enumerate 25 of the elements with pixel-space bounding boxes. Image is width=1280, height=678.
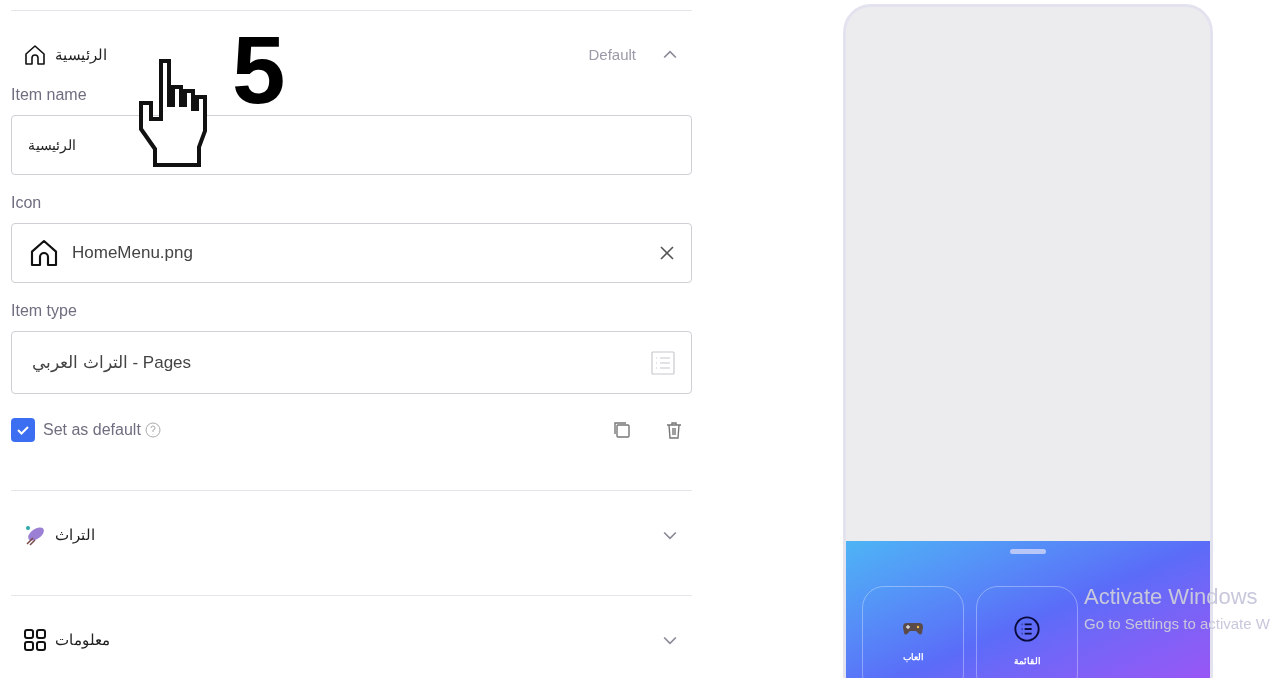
checkbox-label: Set as default [43, 420, 141, 440]
icon-field[interactable]: HomeMenu.png [11, 223, 692, 283]
step-number: 5 [232, 22, 286, 118]
help-icon[interactable] [144, 422, 161, 438]
home-icon [23, 43, 47, 67]
default-label: Default [588, 44, 636, 65]
copy-icon[interactable] [612, 420, 632, 440]
input-field[interactable]: الرئيسية [11, 115, 692, 175]
list-icon [1013, 615, 1041, 643]
item-type-value: التراث العربي - Pages [32, 351, 192, 374]
file-name: HomeMenu.png [72, 242, 194, 265]
menu-item-label: التراث [55, 524, 95, 546]
menu-item-label: الرئيسية [55, 44, 107, 66]
drag-handle [1010, 549, 1046, 554]
feather-icon [23, 523, 47, 547]
checkbox[interactable] [11, 418, 35, 442]
close-icon[interactable] [659, 245, 675, 261]
trash-icon[interactable] [664, 420, 684, 440]
field-label: Icon [11, 193, 43, 213]
home-icon [28, 237, 60, 269]
select-field[interactable]: التراث العربي - Pages [11, 331, 692, 394]
grid-icon [23, 628, 47, 652]
menu-item-label: معلومات [55, 629, 110, 651]
field-label: Item type [11, 301, 78, 321]
field-label: Item name [11, 85, 88, 105]
